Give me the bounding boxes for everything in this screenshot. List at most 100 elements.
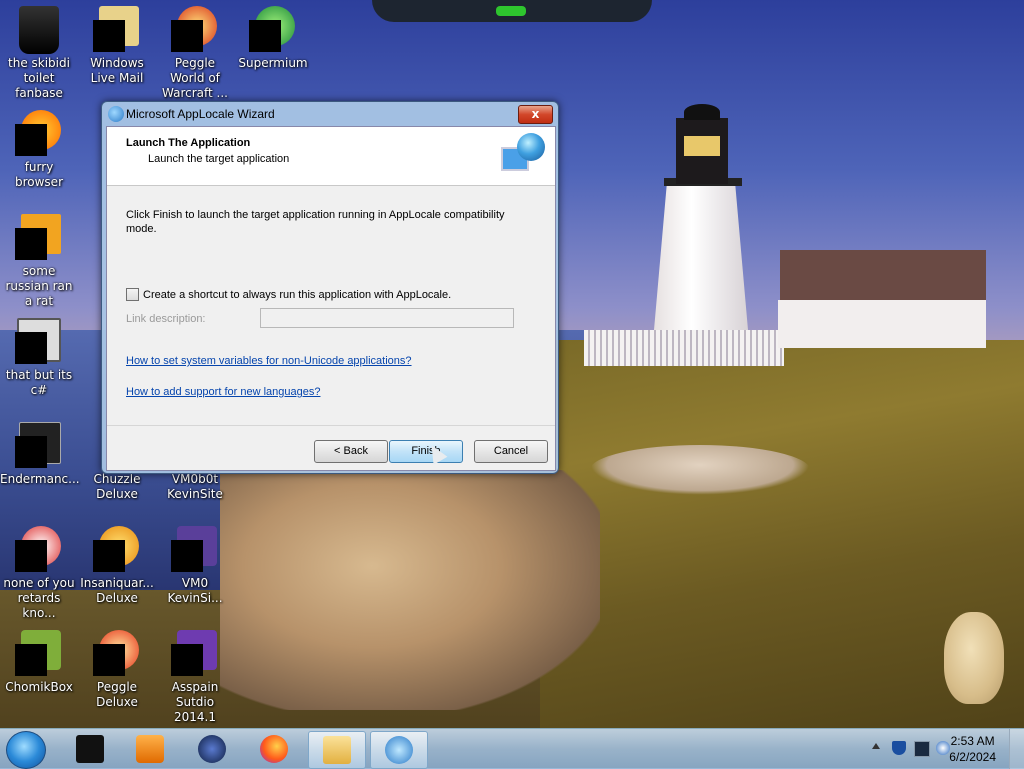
taskbar-item-terminal[interactable]: [62, 731, 118, 767]
applocale-icon: [108, 106, 124, 122]
desktop-icon-label: furry browser: [14, 160, 63, 189]
desktop-icon-label: Peggle World of Warcraft ...: [162, 56, 228, 100]
wallpaper-grass: [540, 340, 1024, 768]
mail-icon: [93, 6, 141, 54]
taskbar-item-explorer[interactable]: [308, 731, 366, 769]
applocale-wizard-window[interactable]: Microsoft AppLocale Wizard x Launch The …: [101, 101, 559, 474]
shortcut-checkbox-row[interactable]: Create a shortcut to always run this app…: [126, 288, 451, 301]
back-button[interactable]: < Back: [314, 440, 388, 463]
desktop-icon-furry-browser[interactable]: furry browser: [0, 110, 78, 190]
taskbar-item-firefox[interactable]: [246, 731, 302, 767]
desktop-icon-label: none of you retards kno...: [3, 576, 75, 620]
system-tray: 2:53 AM 6/2/2024: [824, 729, 1024, 769]
wallpaper-lighthouse-cap: [684, 104, 720, 120]
wizard-step-title: Launch The Application: [126, 137, 251, 149]
desktop-icon-label: VM0b0t KevinSite: [167, 472, 223, 501]
app-icon: [15, 526, 63, 574]
desktop-icon-label: some russian ran a rat: [5, 264, 73, 308]
window-icon: [15, 318, 63, 366]
desktop-icon-c-sharp[interactable]: that but its c#: [0, 318, 78, 398]
desktop-gopher-gadget[interactable]: [944, 612, 1004, 704]
taskbar-item-media-player[interactable]: [122, 731, 178, 767]
desktop-icon-russian-rat[interactable]: some russian ran a rat: [0, 214, 78, 309]
taskbar-clock[interactable]: 2:53 AM 6/2/2024: [949, 733, 996, 765]
status-light-icon: [496, 6, 526, 16]
volume-icon[interactable]: [936, 741, 950, 755]
desktop-icon-label: VM0 KevinSi...: [167, 576, 223, 605]
wallpaper-rock: [590, 445, 810, 495]
applocale-icon: [385, 736, 413, 764]
app-icon: [15, 214, 63, 262]
close-button[interactable]: x: [518, 105, 553, 124]
wallpaper-fence: [584, 330, 784, 366]
app-icon: [15, 630, 63, 678]
desktop-icon-asspain-studio[interactable]: Asspain Sutdio 2014.1: [156, 630, 234, 725]
globe-icon: [517, 133, 545, 161]
link-description-label: Link description:: [126, 313, 206, 325]
wallpaper-house-roof: [780, 250, 986, 304]
game-icon: [93, 526, 141, 574]
globe-icon: [198, 735, 226, 763]
clock-date: 6/2/2024: [949, 750, 996, 764]
desktop-icon-supermium[interactable]: Supermium: [234, 6, 312, 71]
trash-can-icon: [19, 6, 59, 54]
wizard-instructions: Click Finish to launch the target applic…: [126, 209, 505, 235]
desktop-icon-peggle-wow[interactable]: Peggle World of Warcraft ...: [156, 6, 234, 101]
button-separator: [107, 425, 555, 426]
cancel-button[interactable]: Cancel: [474, 440, 548, 463]
desktop-icon-label: that but its c#: [5, 368, 73, 397]
taskbar: 2:53 AM 6/2/2024: [0, 728, 1024, 769]
visual-studio-icon: [171, 630, 219, 678]
desktop-icon-skibidi[interactable]: the skibidi toilet fanbase: [0, 6, 78, 101]
wallpaper-lighthouse: [654, 180, 748, 330]
peggle-icon: [171, 6, 219, 54]
desktop-icon-label: Peggle Deluxe: [96, 680, 138, 709]
desktop-icon-label: Windows Live Mail: [90, 56, 144, 85]
shortcut-checkbox[interactable]: [126, 288, 139, 301]
desktop-icon-chomikbox[interactable]: ChomikBox: [0, 630, 78, 695]
desktop-icon-label: Endermanc...: [0, 472, 80, 486]
network-icon[interactable]: [914, 741, 930, 757]
desktop-icon-none-of-you[interactable]: none of you retards kno...: [0, 526, 78, 621]
desktop-icon-label: the skibidi toilet fanbase: [8, 56, 70, 100]
desktop-icon-label: Asspain Sutdio 2014.1: [171, 680, 219, 724]
desktop-icon-vm0-kevinsite[interactable]: VM0 KevinSi...: [156, 526, 234, 606]
show-desktop-button[interactable]: [1009, 729, 1024, 769]
terminal-icon: [76, 735, 104, 763]
taskbar-item-applocale[interactable]: [370, 731, 428, 769]
desktop-icon-label: Chuzzle Deluxe: [93, 472, 141, 501]
firefox-icon: [260, 735, 288, 763]
explorer-folder-icon: [323, 736, 351, 764]
taskbar-item-globe[interactable]: [184, 731, 240, 767]
app-icon: [15, 422, 63, 470]
top-gadget-bar[interactable]: [372, 0, 652, 22]
wallpaper-house: [778, 300, 986, 348]
globe-computer-icon: [499, 131, 549, 179]
security-shield-icon[interactable]: [892, 741, 906, 755]
desktop-icon-endermanc[interactable]: Endermanc...: [0, 422, 80, 487]
link-description-input[interactable]: [260, 308, 514, 328]
wallpaper-rocks: [220, 470, 600, 710]
firefox-icon: [15, 110, 63, 158]
peggle-icon: [93, 630, 141, 678]
start-orb-icon[interactable]: [6, 731, 46, 769]
wizard-header: Launch The Application Launch the target…: [107, 127, 555, 186]
shortcut-checkbox-label[interactable]: Create a shortcut to always run this app…: [143, 289, 451, 301]
add-languages-help-link[interactable]: How to add support for new languages?: [126, 386, 320, 398]
wizard-client-area: Launch The Application Launch the target…: [106, 126, 556, 471]
desktop-icon-label: Insaniquar... Deluxe: [80, 576, 154, 605]
system-variables-help-link[interactable]: How to set system variables for non-Unic…: [126, 355, 412, 367]
browser-icon: [249, 6, 297, 54]
desktop-icon-label: Supermium: [238, 56, 308, 70]
window-titlebar[interactable]: Microsoft AppLocale Wizard x: [102, 102, 558, 126]
desktop-icon-label: ChomikBox: [5, 680, 73, 694]
app-icon: [171, 526, 219, 574]
desktop-icon-peggle-deluxe[interactable]: Peggle Deluxe: [78, 630, 156, 710]
desktop-icon-windows-live-mail[interactable]: Windows Live Mail: [78, 6, 156, 86]
show-hidden-icons-icon[interactable]: [872, 743, 880, 749]
wizard-step-subtitle: Launch the target application: [148, 153, 290, 165]
media-player-icon: [136, 735, 164, 763]
clock-time: 2:53 AM: [950, 734, 995, 748]
wallpaper-lighthouse-lantern: [676, 118, 728, 184]
desktop-icon-insaniquarium[interactable]: Insaniquar... Deluxe: [78, 526, 156, 606]
